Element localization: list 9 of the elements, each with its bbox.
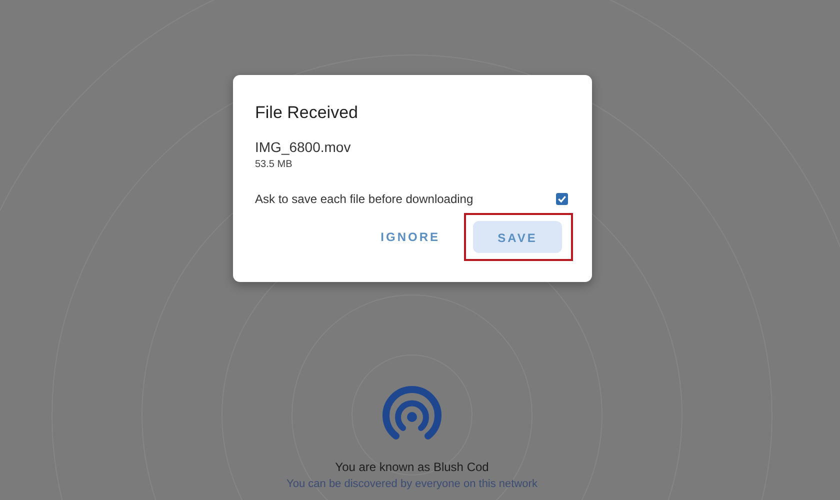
file-size: 53.5 MB — [255, 159, 294, 170]
option-label: Ask to save each file before downloading — [255, 192, 474, 206]
dialog-button[interactable]: IGNORE — [370, 220, 450, 254]
dialog-title: File Received — [255, 103, 359, 123]
discovery-text: You can be discovered by everyone on this network — [286, 478, 538, 490]
checkbox[interactable] — [556, 193, 568, 205]
device-name-text: You are known as Blush Cod — [335, 460, 489, 474]
file-name: IMG_6800.mov — [255, 139, 352, 155]
dialog-button[interactable]: SAVE — [473, 221, 562, 253]
